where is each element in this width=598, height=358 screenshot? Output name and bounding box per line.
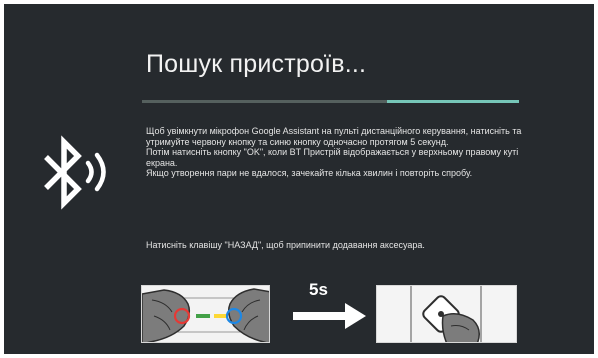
remote-buttons-graphic <box>142 286 269 342</box>
pairing-screen: Пошук пристроїв... Щоб увімкнути мікрофо… <box>4 4 594 354</box>
arrow-right-icon <box>293 303 366 329</box>
search-progress-bar <box>142 100 519 103</box>
search-progress-fill <box>387 100 519 103</box>
hold-buttons-illustration <box>141 285 270 343</box>
bluetooth-searching-icon <box>44 135 106 210</box>
yellow-button-mark <box>214 314 228 318</box>
press-ok-illustration <box>376 285 517 343</box>
instruction-press-ok: Потім натисніть кнопку "OK", коли BT При… <box>146 147 519 168</box>
pairing-instructions: Щоб увімкнути мікрофон Google Assistant … <box>146 126 526 179</box>
back-key-hint: Натисніть клавішу "НАЗАД", щоб припинити… <box>146 240 425 250</box>
remote-ok-graphic <box>377 286 516 342</box>
instruction-retry: Якщо утворення пари не вдалося, зачекайт… <box>146 168 473 179</box>
instruction-hold-buttons: Щоб увімкнути мікрофон Google Assistant … <box>146 126 522 147</box>
page-title: Пошук пристроїв... <box>146 50 367 78</box>
hold-duration-label: 5s <box>309 280 328 299</box>
green-button-mark <box>196 314 210 318</box>
